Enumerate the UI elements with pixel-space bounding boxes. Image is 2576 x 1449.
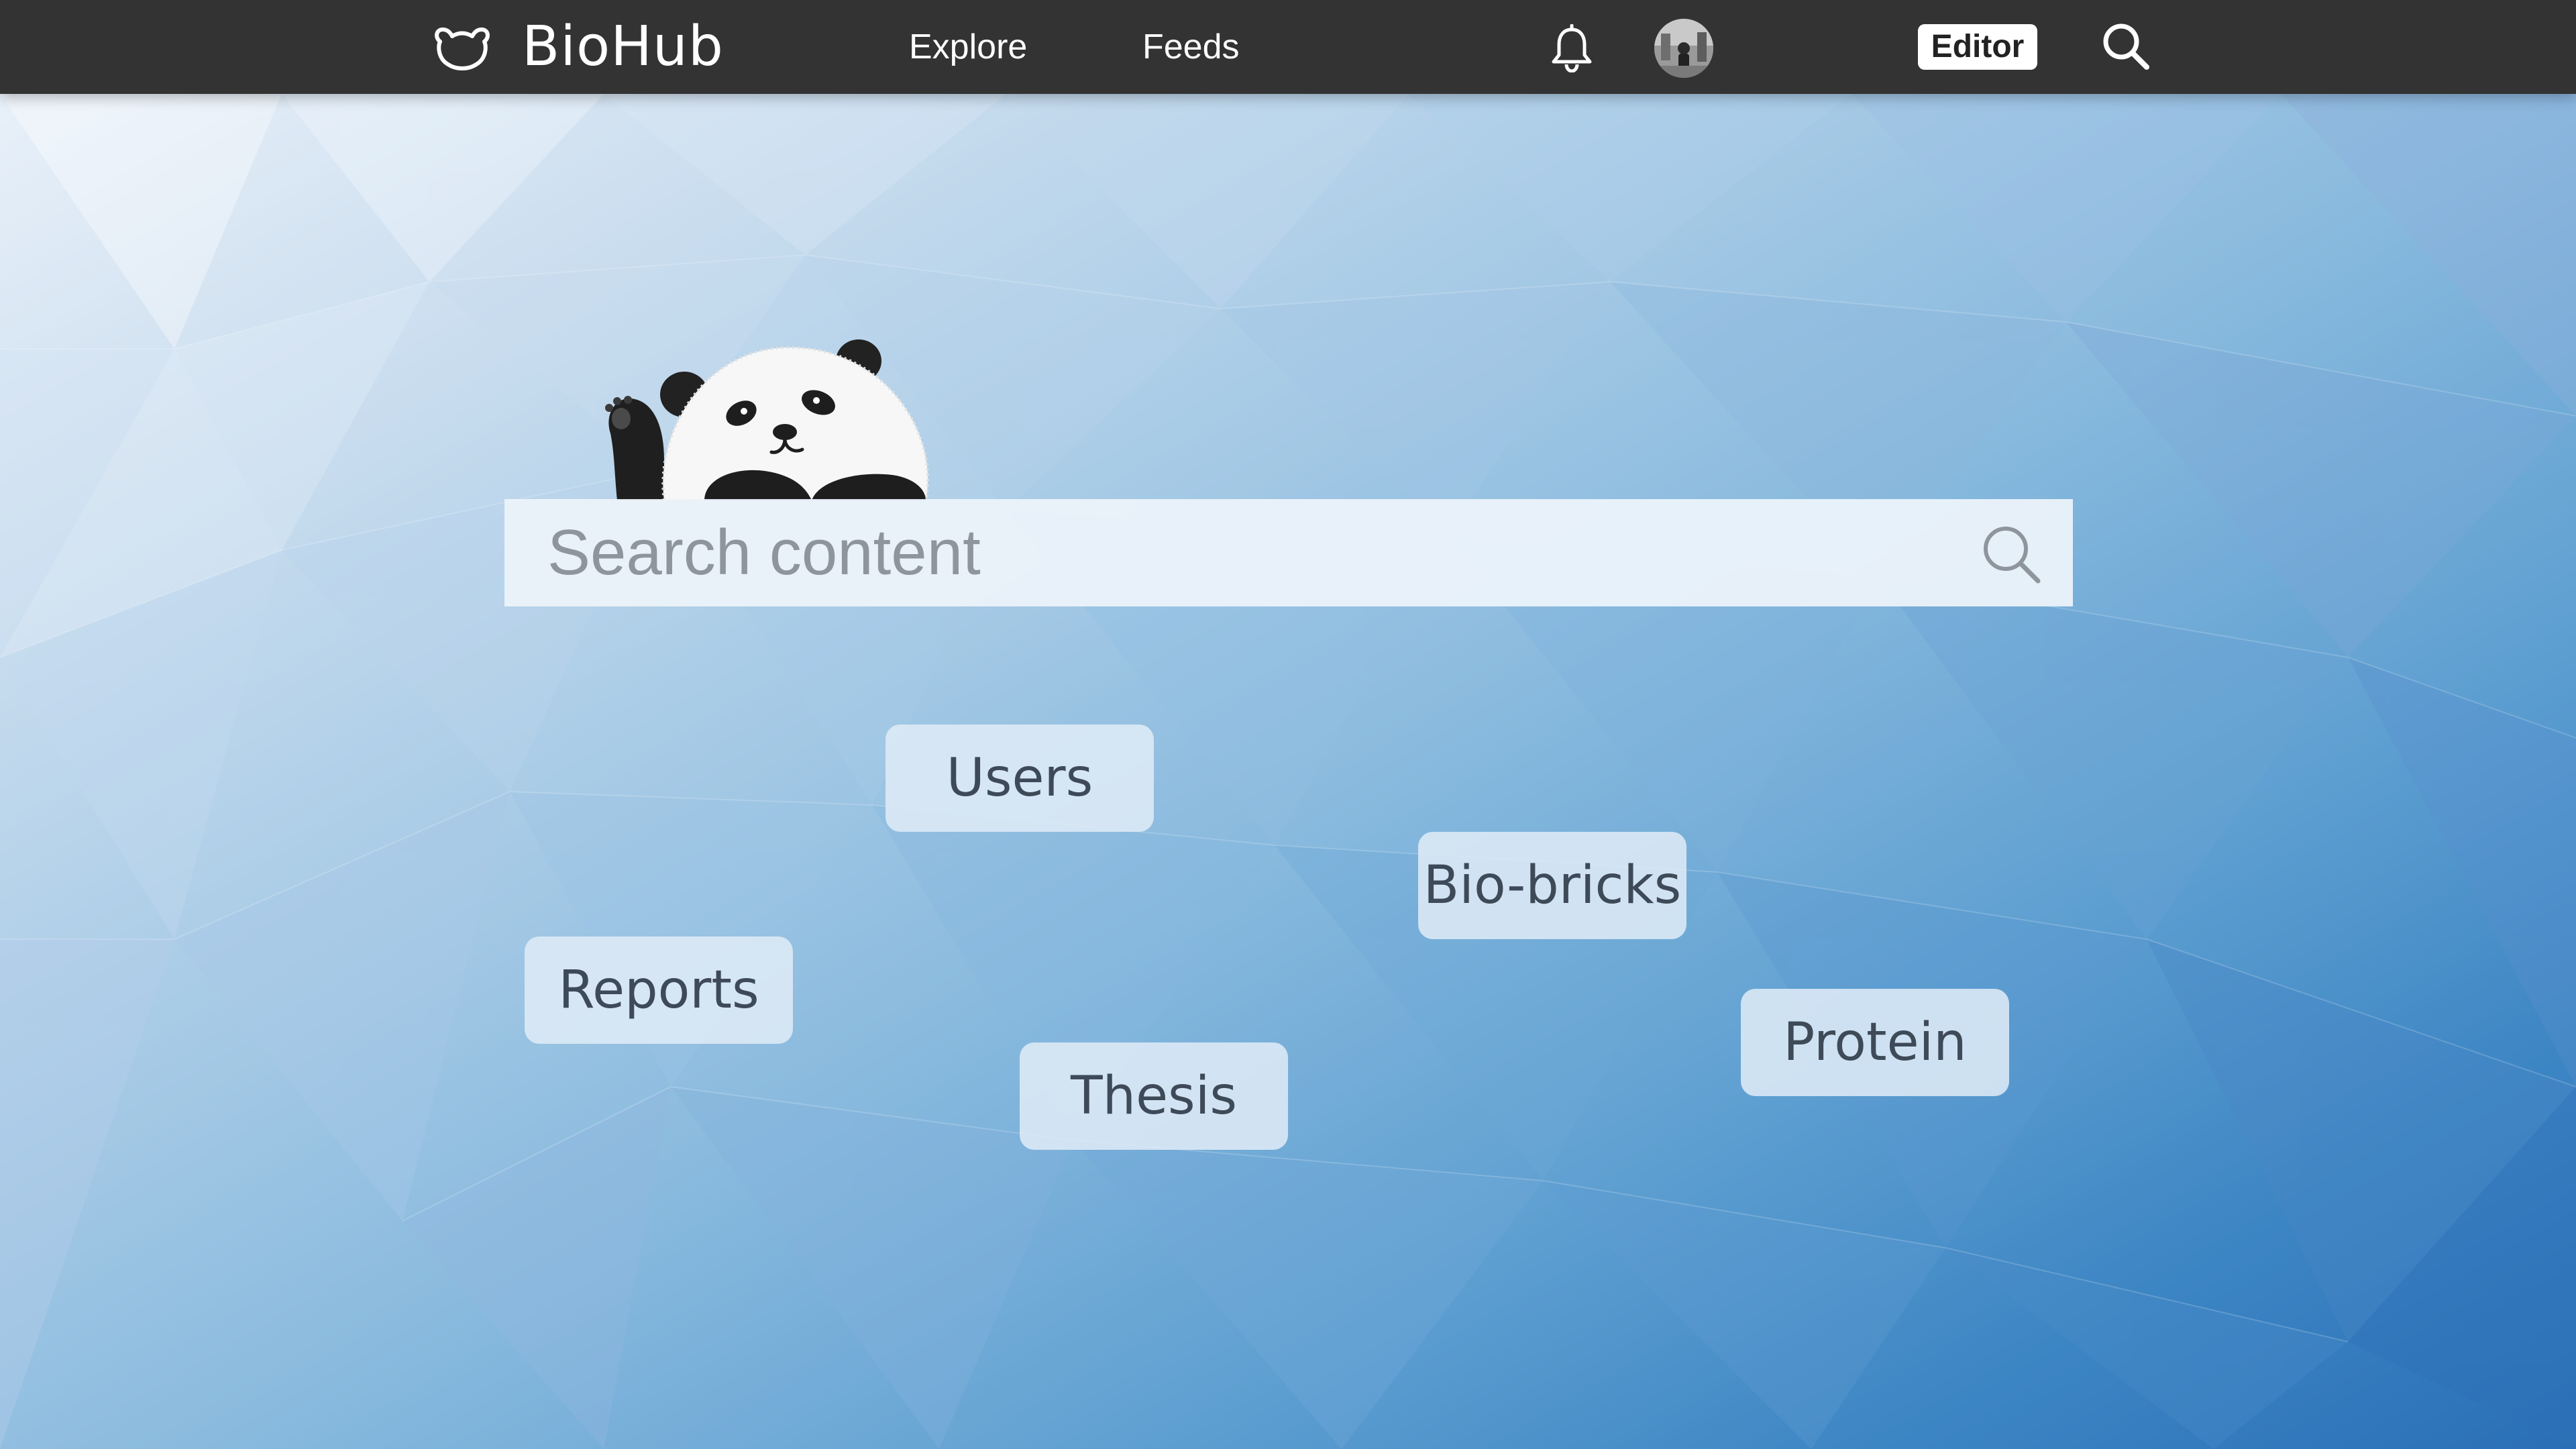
- bell-icon[interactable]: [1550, 24, 1594, 72]
- user-avatar[interactable]: [1654, 19, 1713, 78]
- brand-name[interactable]: BioHub: [522, 13, 724, 80]
- category-tag-thesis[interactable]: Thesis: [1020, 1042, 1288, 1150]
- bear-head-icon[interactable]: [433, 23, 491, 71]
- nav-explore[interactable]: Explore: [909, 20, 1027, 74]
- search-input[interactable]: [547, 499, 1956, 606]
- category-tag-protein[interactable]: Protein: [1741, 989, 2009, 1096]
- category-tag-bio-bricks[interactable]: Bio-bricks: [1418, 832, 1686, 939]
- category-tag-reports[interactable]: Reports: [525, 936, 793, 1044]
- editor-button[interactable]: Editor: [1918, 24, 2037, 70]
- avatar-photo: [1654, 19, 1713, 78]
- top-navigation-bar: BioHub Explore Feeds Editor: [0, 0, 2576, 94]
- page: BioHub Explore Feeds Editor Search conte…: [0, 0, 2576, 1449]
- background-pattern: [0, 94, 2576, 1449]
- search-icon[interactable]: [2100, 20, 2152, 72]
- hero-search-box: [504, 499, 2073, 606]
- search-icon[interactable]: [1979, 522, 2043, 586]
- panda-mascot-illustration: [605, 339, 930, 500]
- nav-feeds[interactable]: Feeds: [1142, 20, 1240, 74]
- category-tag-users[interactable]: Users: [885, 724, 1154, 832]
